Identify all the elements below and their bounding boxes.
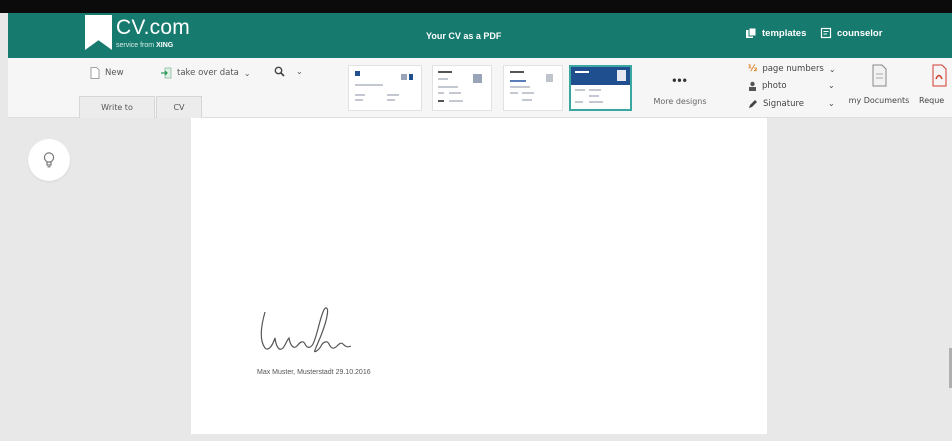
person-icon	[749, 81, 756, 91]
templates-button[interactable]: templates	[745, 27, 806, 39]
thumb-line	[355, 94, 365, 96]
thumb-photo	[546, 74, 553, 82]
thumb-line	[387, 94, 399, 96]
template-thumbnail[interactable]	[348, 65, 422, 111]
thumb-line	[438, 78, 448, 80]
counselor-icon	[820, 27, 832, 39]
request-button[interactable]: Reque	[919, 64, 952, 105]
page-numbers-icon: ½	[748, 64, 758, 74]
pen-icon	[749, 100, 757, 108]
tab-cv[interactable]: CV	[156, 96, 202, 118]
my-documents-button[interactable]: my Documents	[842, 64, 916, 105]
new-button[interactable]: New	[90, 67, 124, 79]
chevron-down-icon: ⌄	[828, 64, 836, 74]
thumb-accent	[355, 71, 360, 76]
more-dots-icon: •••	[672, 73, 688, 87]
app-header: CV.com service from XING Your CV as a PD…	[8, 13, 952, 58]
templates-icon	[746, 27, 757, 38]
more-designs-button[interactable]: ••• More designs	[650, 65, 710, 111]
thumb-line	[510, 80, 526, 82]
template-thumbnail[interactable]	[503, 65, 563, 111]
toolbar: New take over data ⌄ ⌄ Write to CV ••• M…	[8, 58, 952, 118]
thumb-photo	[401, 74, 407, 80]
tab-write-to[interactable]: Write to	[79, 96, 155, 118]
thumb-line	[575, 89, 585, 91]
import-icon	[161, 67, 172, 79]
magnifier-icon	[274, 66, 285, 77]
counselor-button[interactable]: counselor	[820, 27, 882, 39]
page-numbers-label: page numbers	[762, 64, 824, 74]
thumb-line	[449, 92, 461, 94]
new-label: New	[105, 68, 124, 78]
thumb-line	[510, 92, 518, 94]
logo-sub-brand: XING	[156, 42, 174, 49]
take-over-data-button[interactable]: take over data ⌄	[160, 67, 251, 79]
new-document-icon	[90, 67, 100, 79]
thumb-line	[438, 100, 444, 102]
signature-image	[260, 307, 352, 353]
template-thumbnail[interactable]	[432, 65, 492, 111]
thumb-line	[575, 71, 589, 73]
template-thumbnail-selected[interactable]	[569, 65, 632, 111]
thumb-line	[589, 101, 603, 103]
thumb-line	[510, 71, 524, 73]
chevron-down-icon: ⌄	[243, 68, 251, 78]
more-designs-label: More designs	[653, 97, 707, 106]
signature-caption: Max Muster, Musterstadt 29.10.2016	[257, 369, 371, 376]
templates-label: templates	[762, 27, 807, 39]
thumb-line	[438, 86, 458, 88]
thumb-line	[589, 95, 599, 97]
tips-button[interactable]	[28, 139, 70, 181]
top-strip	[0, 0, 952, 13]
thumb-line	[387, 99, 395, 101]
thumb-line	[522, 99, 532, 101]
thumb-line	[575, 101, 583, 103]
thumb-line	[438, 92, 444, 94]
thumb-line	[449, 100, 463, 102]
logo-subtitle: service from XING	[116, 42, 173, 49]
signature-label: Signature	[763, 99, 805, 109]
documents-icon	[872, 64, 887, 87]
page-title: Your CV as a PDF	[426, 31, 502, 41]
thumb-line	[355, 84, 383, 86]
logo-sub-prefix: service from	[116, 42, 155, 49]
thumb-line	[438, 71, 452, 73]
thumb-line	[522, 92, 534, 94]
counselor-label: counselor	[837, 27, 883, 39]
request-label: Reque	[919, 96, 945, 105]
thumb-photo	[617, 70, 626, 81]
take-over-label: take over data	[177, 68, 239, 78]
document-page[interactable]: Max Muster, Musterstadt 29.10.2016	[191, 118, 767, 434]
thumb-photo	[473, 74, 482, 83]
pdf-icon	[932, 64, 947, 87]
signature-option[interactable]: Signature	[748, 99, 804, 109]
thumb-line	[589, 89, 601, 91]
chevron-down-icon: ⌄	[296, 67, 303, 76]
photo-label: photo	[762, 81, 787, 91]
zoom-button[interactable]: ⌄	[274, 66, 303, 77]
thumb-line	[510, 86, 530, 88]
photo-option[interactable]: photo	[748, 81, 787, 91]
lightbulb-icon	[43, 152, 55, 168]
logo-title[interactable]: CV.com	[116, 16, 190, 40]
logo-icon	[85, 15, 112, 50]
page-numbers-option[interactable]: ½ page numbers ⌄	[748, 64, 836, 74]
chevron-down-icon[interactable]: ⌄	[828, 99, 835, 108]
thumb-line	[355, 99, 363, 101]
my-documents-label: my Documents	[848, 96, 910, 105]
chevron-down-icon[interactable]: ⌄	[828, 81, 835, 90]
thumb-photo-accent	[409, 74, 413, 80]
